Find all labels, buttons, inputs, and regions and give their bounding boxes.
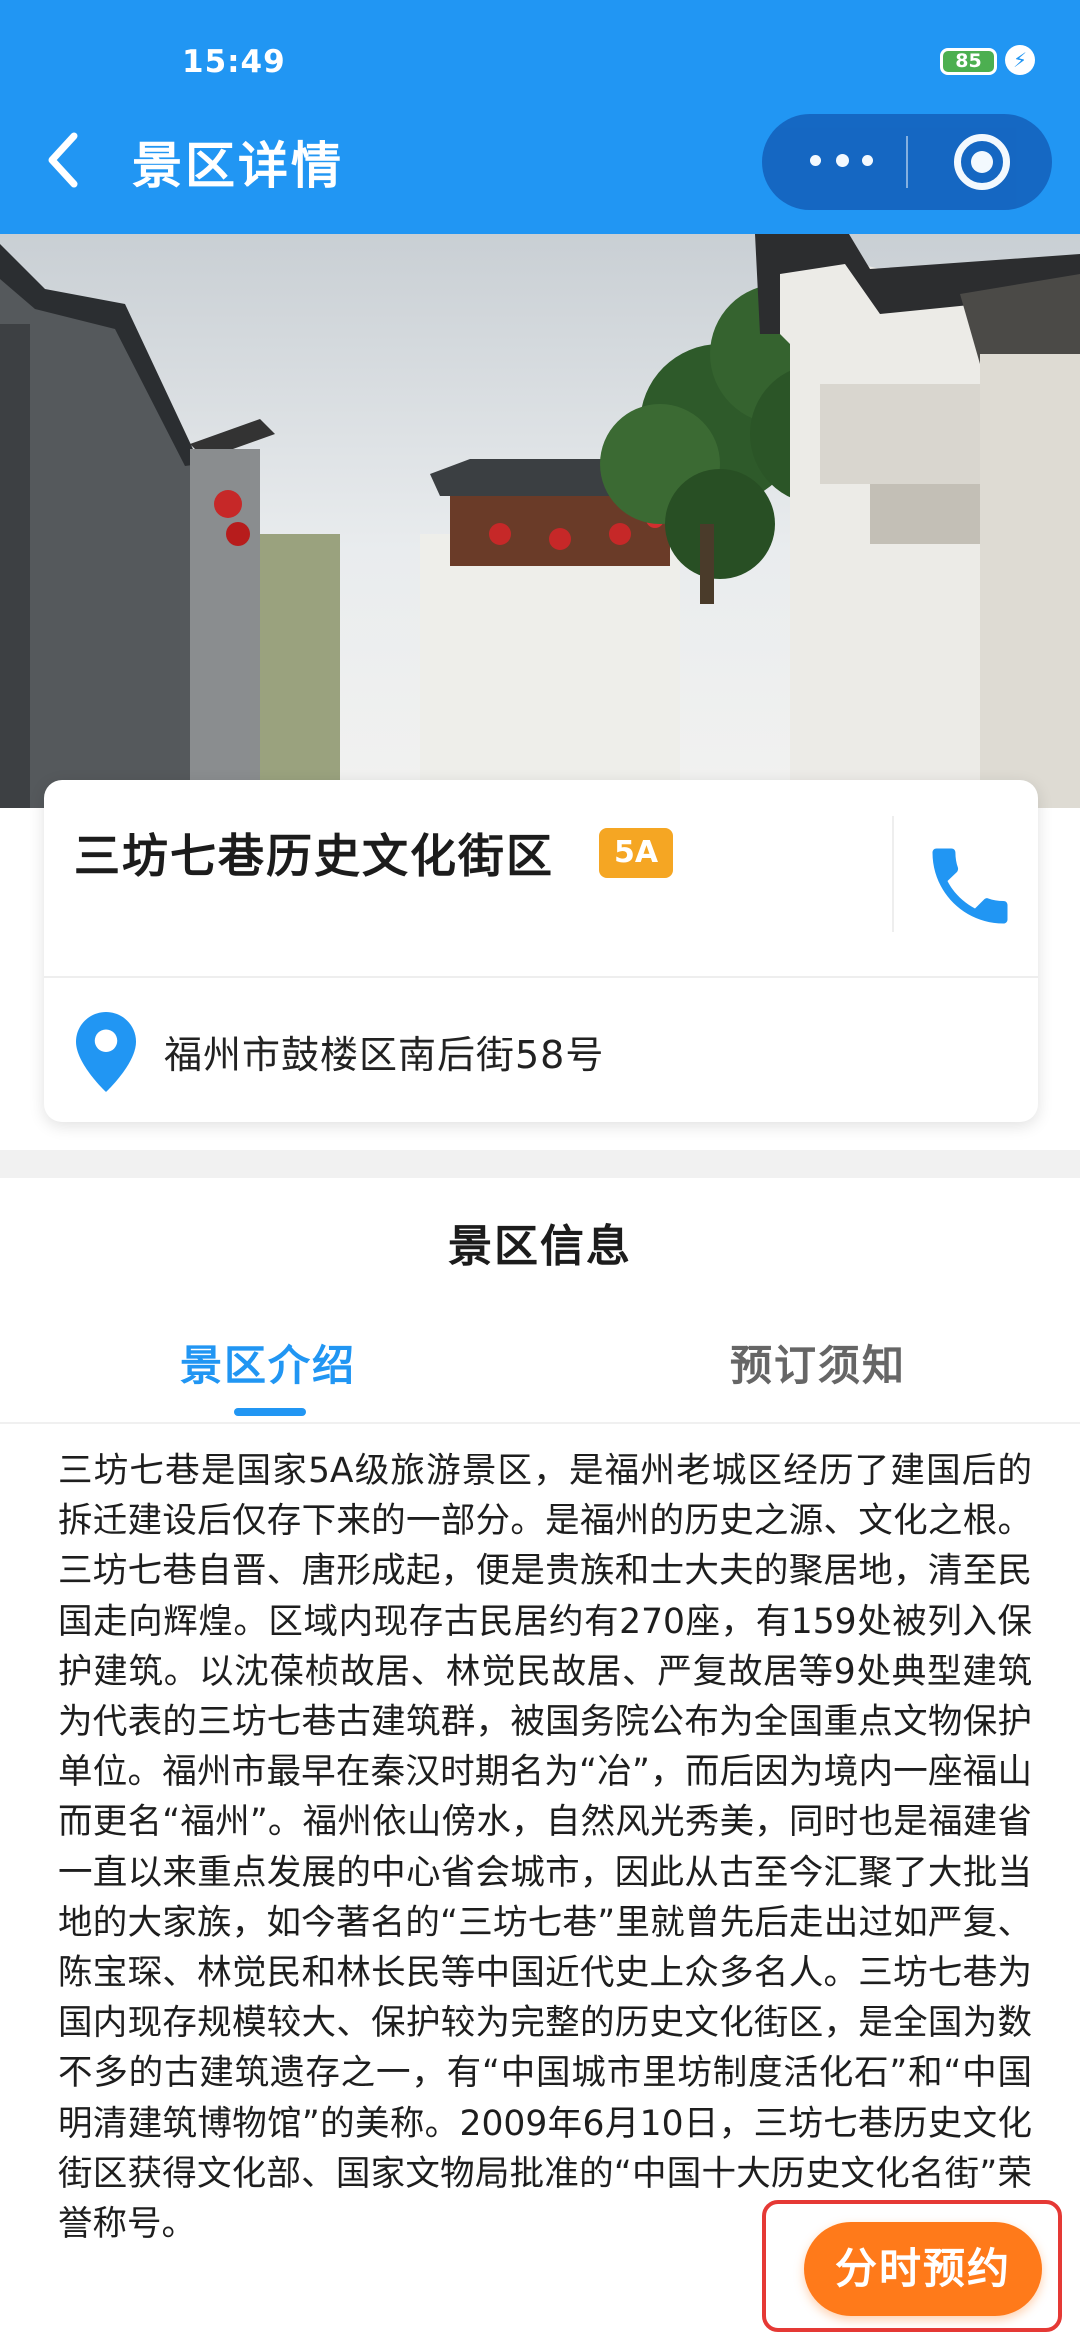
- tab-booking-notice[interactable]: 预订须知: [730, 1332, 906, 1393]
- rating-badge: 5A: [599, 828, 673, 878]
- more-dots-icon[interactable]: [802, 144, 882, 180]
- scenic-spot-name: 三坊七巷历史文化街区: [74, 829, 554, 883]
- location-pin-icon: [76, 1012, 136, 1092]
- status-time: 15:49: [182, 44, 286, 80]
- tabs-divider: [0, 1422, 1080, 1424]
- tab-intro[interactable]: 景区介绍: [180, 1332, 356, 1393]
- section-title: 景区信息: [448, 1221, 632, 1272]
- section-separator: [0, 1150, 1080, 1178]
- scenic-address[interactable]: 福州市鼓楼区南后街58号: [164, 1024, 604, 1079]
- card-vertical-divider: [892, 816, 894, 932]
- card-horizontal-divider: [44, 976, 1038, 978]
- active-tab-indicator: [234, 1408, 306, 1416]
- scenic-photo: [0, 234, 1080, 808]
- phone-icon[interactable]: [920, 836, 1020, 936]
- charging-bolt-icon: ⚡: [1005, 45, 1035, 75]
- page-title: 景区详情: [132, 137, 344, 195]
- mini-program-capsule: [762, 114, 1052, 210]
- scenic-intro-text: 三坊七巷是国家5A级旅游景区，是福州老城区经历了建国后的拆迁建设后仅存下来的一部…: [58, 1451, 1032, 2245]
- scenic-info-card: 三坊七巷历史文化街区 5A 福州市鼓楼区南后街58号: [44, 780, 1038, 1122]
- battery-indicator: 85: [940, 48, 997, 75]
- back-arrow-icon[interactable]: [40, 130, 90, 190]
- app-header: 15:49 85 ⚡ 景区详情: [0, 0, 1080, 234]
- capsule-close-icon[interactable]: [954, 134, 1010, 190]
- timed-booking-button[interactable]: 分时预约: [804, 2222, 1042, 2316]
- capsule-divider: [906, 136, 908, 188]
